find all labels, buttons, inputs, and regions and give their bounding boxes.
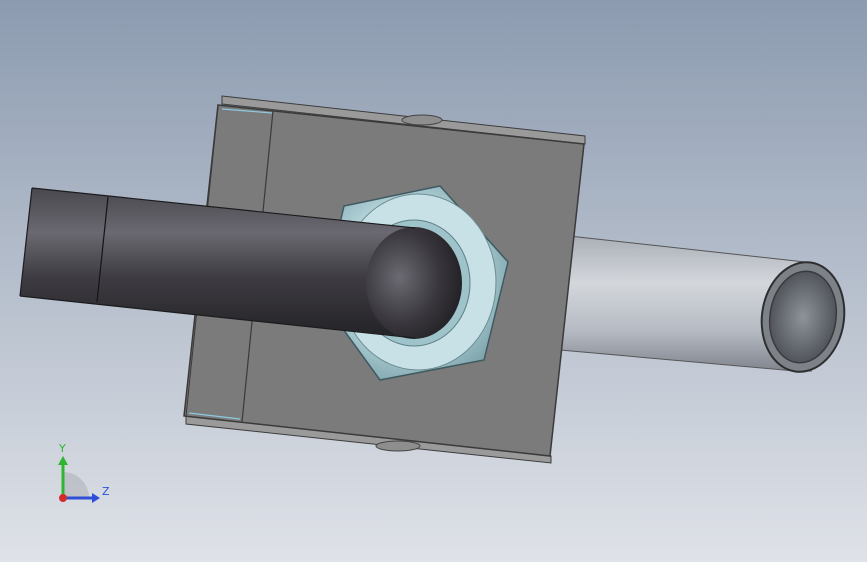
model-canvas (0, 0, 867, 562)
3d-viewport[interactable]: Y Z (0, 0, 867, 562)
triad-quadrant (63, 472, 89, 498)
z-axis-arrowhead (92, 493, 100, 503)
y-axis-arrowhead (58, 456, 68, 465)
y-axis-label: Y (59, 442, 66, 455)
x-axis-dot (59, 494, 67, 502)
z-axis-label: Z (102, 485, 110, 498)
orientation-triad: Y Z (48, 440, 128, 510)
